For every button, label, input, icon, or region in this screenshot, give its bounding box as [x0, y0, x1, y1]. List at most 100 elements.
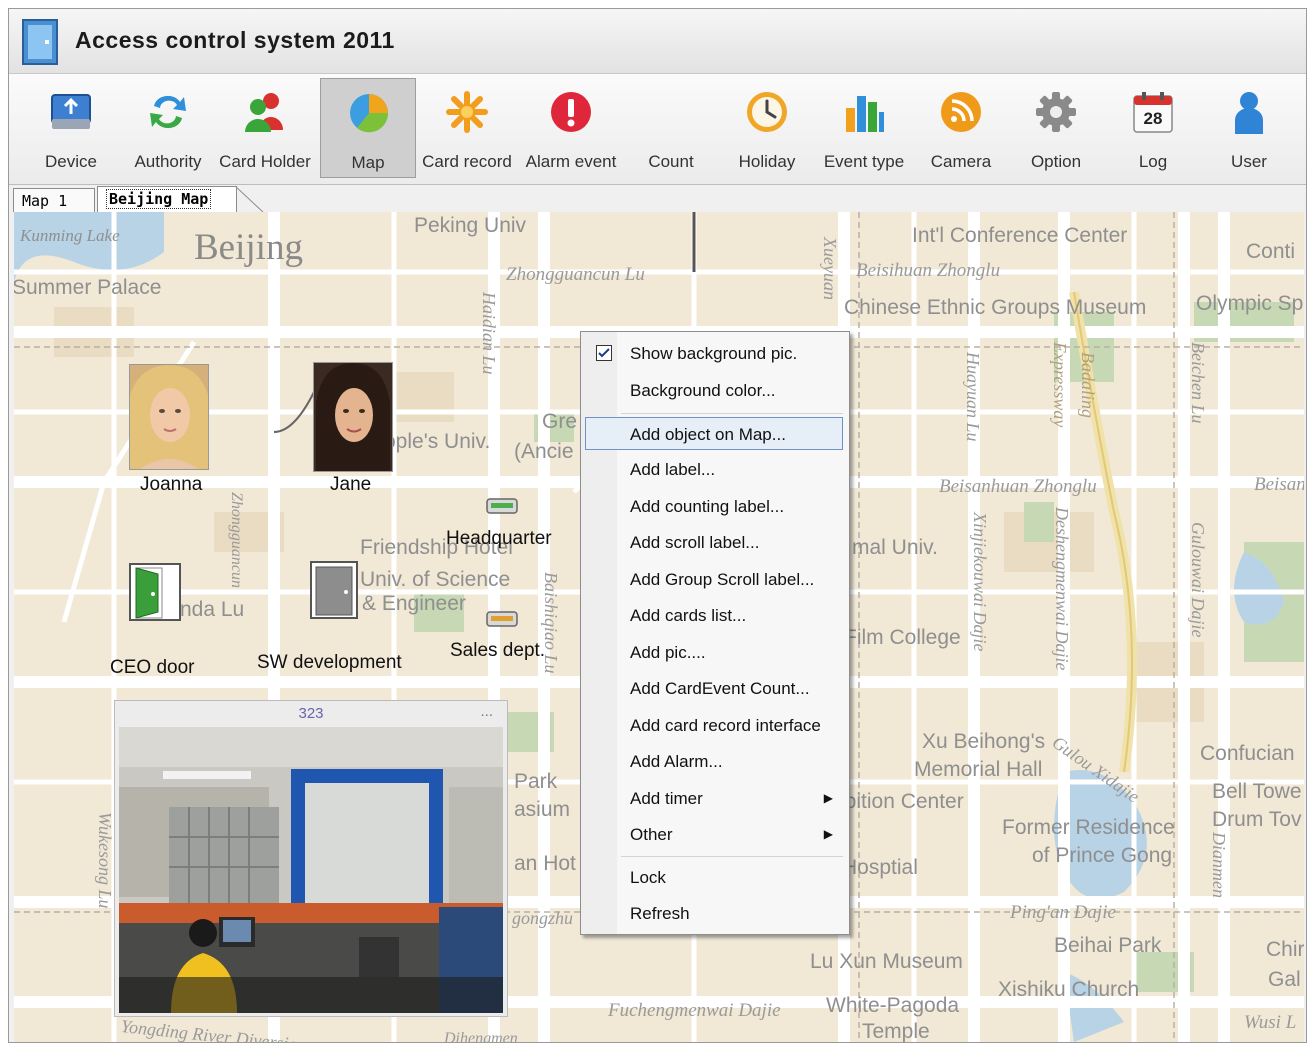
jane-label: Jane	[330, 474, 372, 495]
joanna-photo[interactable]	[129, 364, 209, 470]
map-canvas[interactable]: Kunming Lake Beijing Summer Palace Pekin…	[14, 212, 1304, 1042]
map-label: Zhongguancun Lu	[506, 264, 645, 285]
menu-item-show-background-pic[interactable]: Show background pic.	[585, 337, 843, 370]
tab-corner	[235, 185, 264, 213]
map-label: Beihai Park	[1054, 934, 1162, 957]
toolbar-user-button[interactable]: User	[1201, 78, 1297, 178]
map-label: mal Univ.	[852, 536, 938, 559]
event-type-icon	[846, 96, 884, 132]
menu-item-refresh[interactable]: Refresh	[585, 897, 843, 930]
toolbar-card-record-button[interactable]: Card record	[419, 78, 515, 178]
menu-item-label: Background color...	[630, 381, 776, 400]
menu-item-add-cardevent-count[interactable]: Add CardEvent Count...	[585, 672, 843, 705]
menu-item-add-object-on-map[interactable]: Add object on Map...	[585, 417, 843, 450]
toolbar-label: Event type	[823, 152, 905, 171]
map-label: Int'l Conference Center	[912, 224, 1128, 247]
menu-item-label: Lock	[630, 868, 666, 887]
toolbar-count-button[interactable]: Count	[623, 78, 719, 178]
toolbar-card-holder-button[interactable]: Card Holder	[217, 78, 313, 178]
tab-label: Beijing Map	[106, 189, 212, 209]
toolbar-label: Option	[1030, 152, 1082, 171]
authority-icon	[150, 95, 186, 129]
map-label: Xishiku Church	[998, 978, 1140, 1001]
jane-photo[interactable]	[313, 362, 393, 472]
menu-item-label: Add card record interface	[630, 716, 821, 735]
camera-video-window[interactable]: 323 ...	[114, 700, 508, 1017]
sw-development-label: SW development	[257, 652, 402, 673]
alarm-icon	[551, 92, 591, 132]
map-label: Gre	[542, 410, 578, 433]
map-label: Lu Xun Museum	[810, 950, 963, 973]
option-icon	[1036, 92, 1076, 132]
toolbar-log-button[interactable]: 28 Log	[1105, 78, 1201, 178]
menu-item-label: Refresh	[630, 904, 690, 923]
user-icon	[1235, 92, 1263, 134]
map-label: Park	[514, 770, 558, 793]
menu-item-add-label[interactable]: Add label...	[585, 453, 843, 486]
map-icon	[350, 94, 389, 133]
ceo-door-icon[interactable]	[128, 562, 182, 622]
holiday-icon	[747, 92, 787, 132]
map-label: Peking Univ	[414, 214, 527, 237]
toolbar-alarm-event-button[interactable]: Alarm event	[523, 78, 619, 178]
toolbar-event-type-button[interactable]: Event type	[816, 78, 912, 178]
menu-item-lock[interactable]: Lock	[585, 861, 843, 894]
map-label: Expressway	[1050, 342, 1070, 428]
map-label: Xinjiekouwai Dajie	[970, 512, 990, 652]
tab-map-1[interactable]: Map 1	[13, 188, 95, 212]
map-label: Confucian	[1200, 742, 1295, 765]
toolbar-camera-button[interactable]: Camera	[913, 78, 1009, 178]
submenu-arrow-icon: ▶	[823, 827, 833, 841]
map-label: Zhongguancun	[228, 492, 245, 588]
log-day-number: 28	[1143, 109, 1163, 128]
map-label: Chinese Ethnic Groups Museum	[844, 296, 1147, 319]
sw-development-door-icon[interactable]	[309, 560, 359, 620]
toolbar-label: Holiday	[738, 152, 796, 171]
map-label: Summer Palace	[14, 276, 162, 299]
menu-item-add-alarm[interactable]: Add Alarm...	[585, 745, 843, 778]
map-label: Huayuan Lu	[963, 352, 983, 442]
map-label: Xu Beihong's	[922, 730, 1046, 753]
map-label: Beijing	[194, 227, 303, 268]
sales-dept-device-icon[interactable]	[486, 610, 518, 628]
map-label: Kunming Lake	[20, 226, 120, 245]
tab-beijing-map[interactable]: Beijing Map	[97, 186, 237, 212]
map-label: ople's Univ.	[384, 430, 491, 453]
card-record-icon	[446, 91, 488, 133]
toolbar-label: User	[1231, 152, 1267, 171]
menu-item-other[interactable]: Other ▶	[585, 818, 843, 851]
toolbar-device-button[interactable]: Device	[23, 78, 119, 178]
menu-item-add-card-record-interface[interactable]: Add card record interface	[585, 709, 843, 742]
map-label: Wusi L	[1244, 1012, 1297, 1033]
map-label: Chir	[1266, 938, 1304, 961]
menu-item-background-color[interactable]: Background color...	[585, 374, 843, 407]
headquarter-label: Headquarter	[446, 528, 552, 549]
ceo-door-label: CEO door	[110, 657, 195, 678]
menu-item-add-timer[interactable]: Add timer ▶	[585, 782, 843, 815]
toolbar-holiday-button[interactable]: Holiday	[719, 78, 815, 178]
menu-item-label: Other	[630, 825, 673, 844]
toolbar-authority-button[interactable]: Authority	[120, 78, 216, 178]
toolbar-label: Device	[45, 152, 97, 171]
menu-item-add-cards-list[interactable]: Add cards list...	[585, 599, 843, 632]
toolbar-option-button[interactable]: Option	[1008, 78, 1104, 178]
camera-feed	[119, 727, 503, 1013]
map-label: ibition Center	[840, 790, 964, 813]
menu-item-add-counting-label[interactable]: Add counting label...	[585, 490, 843, 523]
map-label: Fuchengmenwai Dajie	[608, 1000, 781, 1021]
map-label: asium	[514, 798, 571, 821]
office-camera-image	[119, 727, 503, 1013]
map-label: of Prince Gong	[1032, 844, 1173, 867]
menu-item-add-scroll-label[interactable]: Add scroll label...	[585, 526, 843, 559]
menu-item-add-pic[interactable]: Add pic....	[585, 636, 843, 669]
map-tabs: Map 1 Beijing Map	[9, 185, 1306, 213]
menu-separator	[621, 413, 843, 414]
headquarter-device-icon[interactable]	[486, 497, 518, 515]
menu-item-add-group-scroll-label[interactable]: Add Group Scroll label...	[585, 563, 843, 596]
map-label: Temple	[862, 1020, 930, 1042]
map-label: Conti	[1246, 240, 1296, 263]
app-window: Access control system 2011 Device Author…	[8, 8, 1307, 1043]
card-holder-icon	[245, 93, 283, 132]
video-menu-button[interactable]: ...	[480, 703, 493, 720]
toolbar-map-button[interactable]: Map	[320, 78, 416, 178]
